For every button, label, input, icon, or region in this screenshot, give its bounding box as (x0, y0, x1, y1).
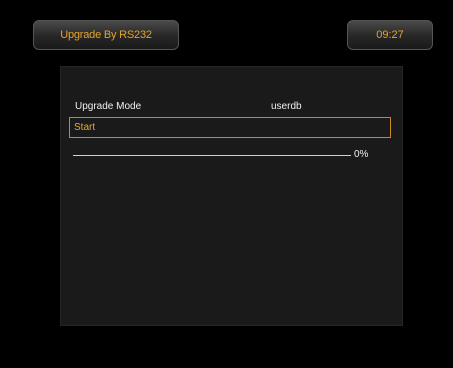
clock-display: 09:27 (347, 20, 433, 50)
start-button[interactable]: Start (69, 117, 391, 138)
upgrade-panel: Upgrade Mode userdb Start 0% (60, 66, 403, 326)
progress-bar (73, 155, 351, 156)
page-title: Upgrade By RS232 (33, 20, 179, 50)
upgrade-mode-row[interactable]: Upgrade Mode userdb (75, 99, 395, 115)
start-label: Start (74, 122, 96, 133)
upgrade-mode-value: userdb (271, 101, 302, 112)
upgrade-screen: Upgrade By RS232 09:27 Upgrade Mode user… (0, 0, 453, 368)
upgrade-mode-label: Upgrade Mode (75, 101, 142, 112)
progress-percent: 0% (354, 149, 369, 160)
